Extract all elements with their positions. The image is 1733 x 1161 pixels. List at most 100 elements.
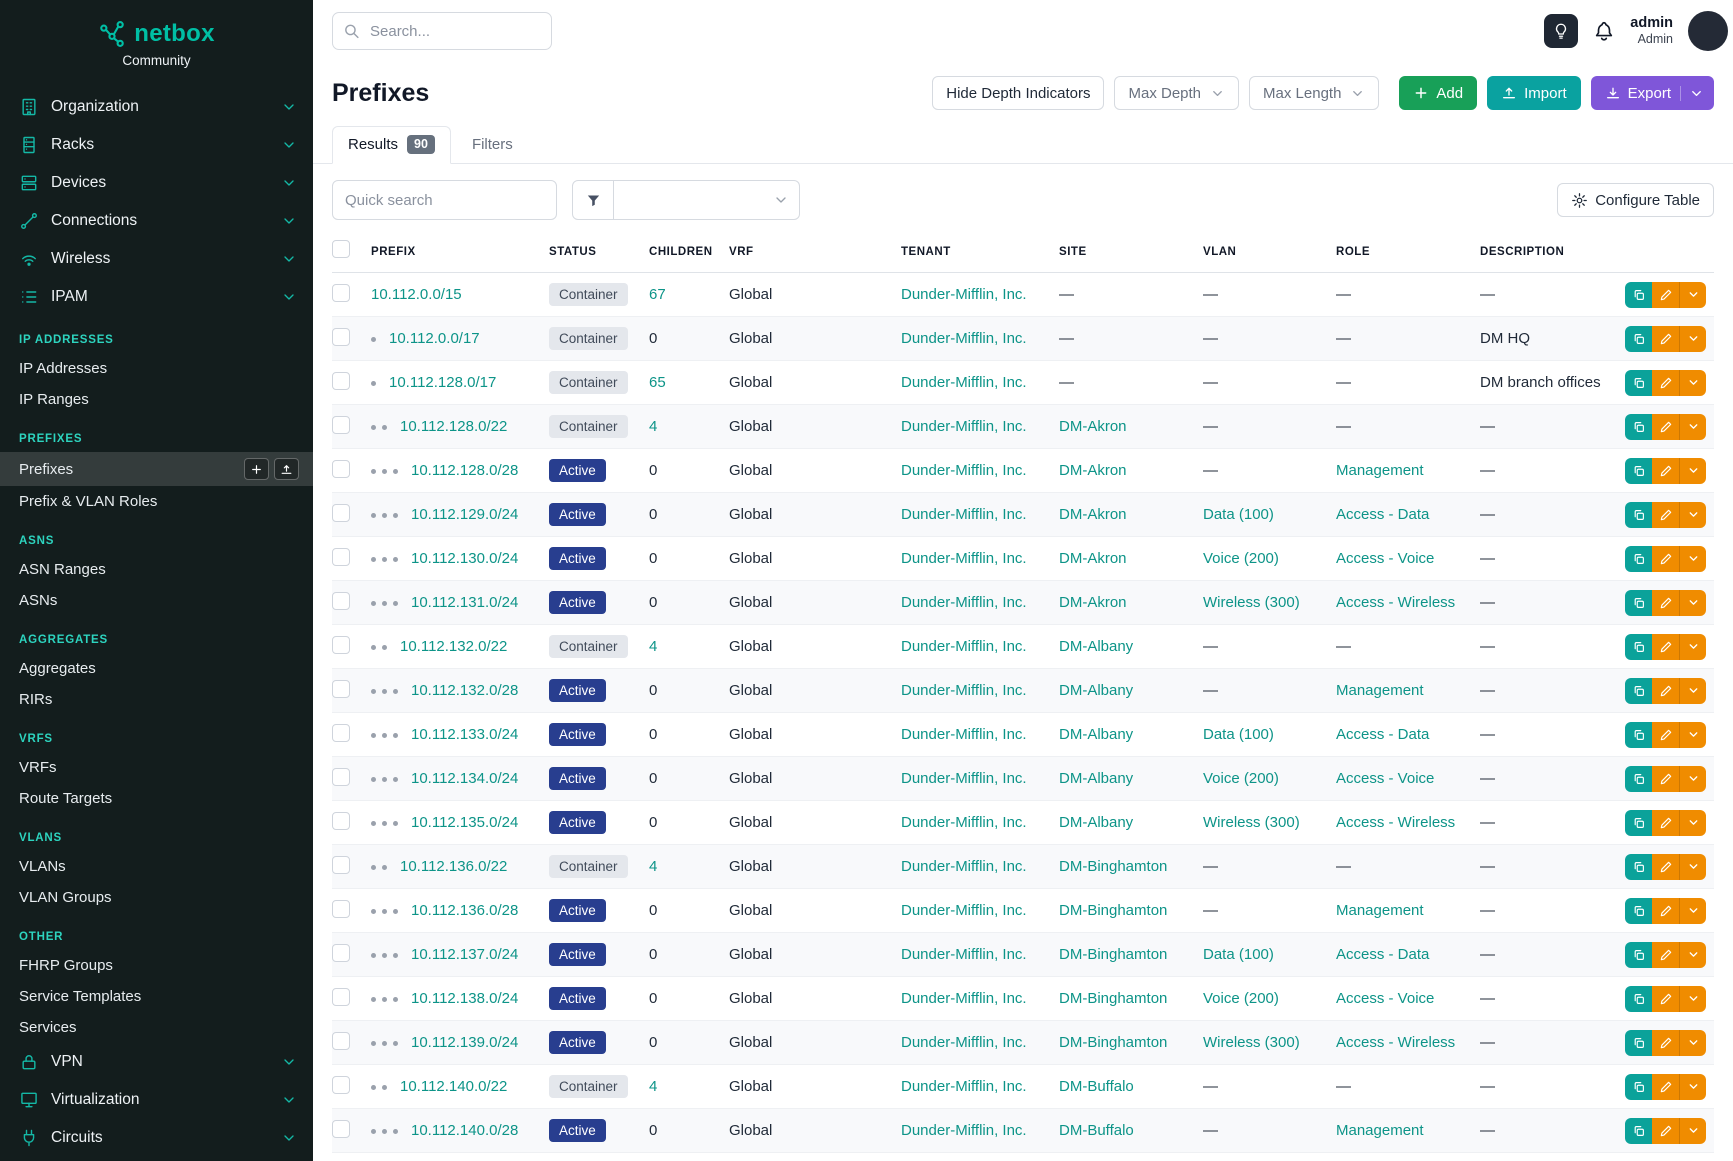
- edit-button[interactable]: [1652, 370, 1679, 396]
- edit-button[interactable]: [1652, 326, 1679, 352]
- row-checkbox[interactable]: [332, 1032, 350, 1050]
- clone-button[interactable]: [1625, 722, 1652, 748]
- role-link[interactable]: Management: [1336, 462, 1424, 479]
- role-link[interactable]: Access - Data: [1336, 946, 1429, 963]
- site-link[interactable]: DM-Buffalo: [1059, 1078, 1134, 1095]
- prefix-link[interactable]: 10.112.136.0/22: [400, 858, 507, 875]
- column-header-site[interactable]: SITE: [1059, 246, 1203, 258]
- site-link[interactable]: DM-Buffalo: [1059, 1122, 1134, 1139]
- vlan-link[interactable]: Voice (200): [1203, 770, 1279, 787]
- clone-button[interactable]: [1625, 634, 1652, 660]
- import-prefix-button[interactable]: [274, 458, 299, 480]
- export-button[interactable]: Export: [1591, 76, 1714, 110]
- edit-button[interactable]: [1652, 1074, 1679, 1100]
- tab-filters[interactable]: Filters: [457, 126, 528, 164]
- row-dropdown-button[interactable]: [1679, 898, 1706, 924]
- row-checkbox[interactable]: [332, 812, 350, 830]
- row-dropdown-button[interactable]: [1679, 502, 1706, 528]
- user-menu[interactable]: admin Admin: [1630, 15, 1673, 47]
- hide-depth-indicators-button[interactable]: Hide Depth Indicators: [932, 76, 1104, 110]
- tenant-link[interactable]: Dunder-Mifflin, Inc.: [901, 814, 1027, 831]
- vlan-link[interactable]: Wireless (300): [1203, 814, 1300, 831]
- brand[interactable]: netbox Community: [0, 0, 313, 74]
- role-link[interactable]: Management: [1336, 1122, 1424, 1139]
- site-link[interactable]: DM-Albany: [1059, 726, 1133, 743]
- row-dropdown-button[interactable]: [1679, 986, 1706, 1012]
- row-dropdown-button[interactable]: [1679, 634, 1706, 660]
- row-checkbox[interactable]: [332, 768, 350, 786]
- row-dropdown-button[interactable]: [1679, 414, 1706, 440]
- clone-button[interactable]: [1625, 370, 1652, 396]
- row-dropdown-button[interactable]: [1679, 1118, 1706, 1144]
- clone-button[interactable]: [1625, 678, 1652, 704]
- row-checkbox[interactable]: [332, 372, 350, 390]
- prefix-link[interactable]: 10.112.128.0/28: [411, 462, 518, 479]
- role-link[interactable]: Access - Voice: [1336, 550, 1434, 567]
- children-link[interactable]: 4: [649, 858, 657, 875]
- tenant-link[interactable]: Dunder-Mifflin, Inc.: [901, 858, 1027, 875]
- clone-button[interactable]: [1625, 898, 1652, 924]
- tenant-link[interactable]: Dunder-Mifflin, Inc.: [901, 682, 1027, 699]
- role-link[interactable]: Access - Wireless: [1336, 814, 1455, 831]
- prefix-link[interactable]: 10.112.137.0/24: [411, 946, 518, 963]
- site-link[interactable]: DM-Binghamton: [1059, 902, 1167, 919]
- sidebar-item-rirs[interactable]: RIRs: [0, 684, 313, 715]
- clone-button[interactable]: [1625, 1074, 1652, 1100]
- prefix-link[interactable]: 10.112.139.0/24: [411, 1034, 518, 1051]
- vlan-link[interactable]: Data (100): [1203, 506, 1274, 523]
- prefix-link[interactable]: 10.112.128.0/22: [400, 418, 507, 435]
- sidebar-item-fhrp-groups[interactable]: FHRP Groups: [0, 950, 313, 981]
- edit-button[interactable]: [1652, 810, 1679, 836]
- sidebar-item-vlan-groups[interactable]: VLAN Groups: [0, 882, 313, 913]
- sidebar-item-asn-ranges[interactable]: ASN Ranges: [0, 554, 313, 585]
- tenant-link[interactable]: Dunder-Mifflin, Inc.: [901, 594, 1027, 611]
- notifications-bell-icon[interactable]: [1593, 20, 1615, 42]
- sidebar-item-service-templates[interactable]: Service Templates: [0, 981, 313, 1012]
- row-checkbox[interactable]: [332, 988, 350, 1006]
- children-link[interactable]: 65: [649, 374, 666, 391]
- column-header-vrf[interactable]: VRF: [729, 246, 901, 258]
- row-checkbox[interactable]: [332, 548, 350, 566]
- sidebar-item-ipam[interactable]: IPAM: [0, 278, 313, 316]
- tenant-link[interactable]: Dunder-Mifflin, Inc.: [901, 286, 1027, 303]
- clone-button[interactable]: [1625, 986, 1652, 1012]
- sidebar-item-virtualization[interactable]: Virtualization: [0, 1081, 313, 1119]
- tenant-link[interactable]: Dunder-Mifflin, Inc.: [901, 550, 1027, 567]
- edit-button[interactable]: [1652, 986, 1679, 1012]
- sidebar-item-vrfs[interactable]: VRFs: [0, 752, 313, 783]
- prefix-link[interactable]: 10.112.132.0/22: [400, 638, 507, 655]
- prefix-link[interactable]: 10.112.138.0/24: [411, 990, 518, 1007]
- children-link[interactable]: 4: [649, 638, 657, 655]
- clone-button[interactable]: [1625, 1118, 1652, 1144]
- row-dropdown-button[interactable]: [1679, 854, 1706, 880]
- role-link[interactable]: Access - Wireless: [1336, 594, 1455, 611]
- vlan-link[interactable]: Data (100): [1203, 946, 1274, 963]
- row-checkbox[interactable]: [332, 1120, 350, 1138]
- vlan-link[interactable]: Wireless (300): [1203, 1034, 1300, 1051]
- prefix-link[interactable]: 10.112.140.0/22: [400, 1078, 507, 1095]
- tenant-link[interactable]: Dunder-Mifflin, Inc.: [901, 418, 1027, 435]
- role-link[interactable]: Access - Data: [1336, 506, 1429, 523]
- column-header-status[interactable]: STATUS: [549, 246, 649, 258]
- role-link[interactable]: Management: [1336, 902, 1424, 919]
- column-header-vlan[interactable]: VLAN: [1203, 246, 1336, 258]
- tenant-link[interactable]: Dunder-Mifflin, Inc.: [901, 726, 1027, 743]
- site-link[interactable]: DM-Binghamton: [1059, 1034, 1167, 1051]
- clone-button[interactable]: [1625, 546, 1652, 572]
- column-header-tenant[interactable]: TENANT: [901, 246, 1059, 258]
- tenant-link[interactable]: Dunder-Mifflin, Inc.: [901, 990, 1027, 1007]
- filter-select[interactable]: [614, 180, 800, 220]
- tenant-link[interactable]: Dunder-Mifflin, Inc.: [901, 946, 1027, 963]
- clone-button[interactable]: [1625, 942, 1652, 968]
- select-all-checkbox[interactable]: [332, 240, 350, 258]
- tenant-link[interactable]: Dunder-Mifflin, Inc.: [901, 374, 1027, 391]
- site-link[interactable]: DM-Akron: [1059, 506, 1127, 523]
- site-link[interactable]: DM-Akron: [1059, 594, 1127, 611]
- tenant-link[interactable]: Dunder-Mifflin, Inc.: [901, 1078, 1027, 1095]
- clone-button[interactable]: [1625, 282, 1652, 308]
- tenant-link[interactable]: Dunder-Mifflin, Inc.: [901, 638, 1027, 655]
- clone-button[interactable]: [1625, 502, 1652, 528]
- prefix-link[interactable]: 10.112.135.0/24: [411, 814, 518, 831]
- row-checkbox[interactable]: [332, 416, 350, 434]
- role-link[interactable]: Access - Data: [1336, 726, 1429, 743]
